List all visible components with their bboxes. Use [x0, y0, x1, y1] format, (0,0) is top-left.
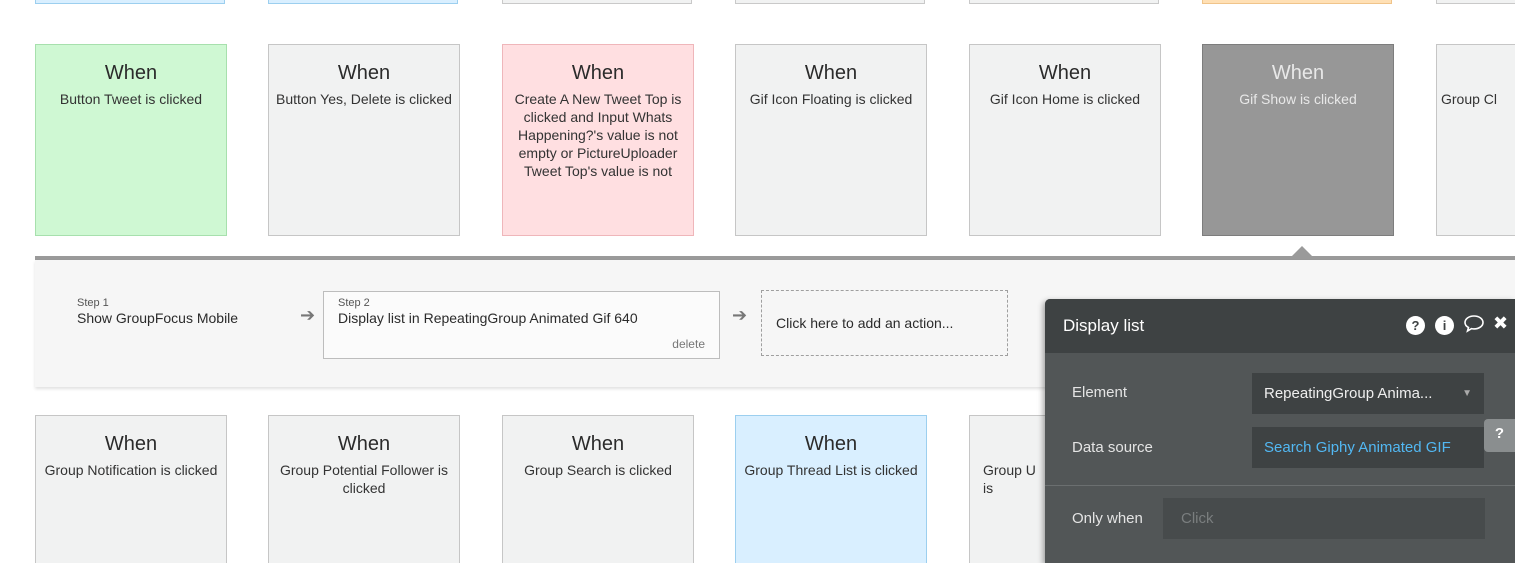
event-card-group-potential-follower[interactable]: When Group Potential Follower is clicked [268, 415, 460, 563]
card-description: Gif Icon Home is clicked [989, 91, 1141, 107]
element-dropdown-value: RepeatingGroup Anima... [1264, 385, 1433, 402]
property-editor: Display list ? i ✖ Element RepeatingGrou… [1045, 299, 1515, 563]
step-title: Display list in RepeatingGroup Animated … [338, 310, 638, 326]
step-number: Step 2 [338, 297, 370, 309]
workflow-canvas: When Button Tweet is clicked When Button… [0, 0, 1515, 563]
card-when-label: When [104, 62, 158, 84]
event-card-group-notification[interactable]: When Group Notification is clicked [35, 415, 227, 563]
workflow-step-1[interactable]: Step 1 Show GroupFocus Mobile [77, 297, 238, 327]
card-description: Gif Show is clicked [1239, 91, 1357, 107]
event-card-partial[interactable] [1202, 0, 1392, 4]
card-description: Create A New Tweet Top is clicked and In… [514, 91, 682, 179]
delete-step-link[interactable]: delete [672, 337, 705, 351]
workflow-step-2[interactable]: Step 2 Display list in RepeatingGroup An… [323, 291, 720, 359]
step-arrow-icon: ➔ [300, 305, 316, 325]
event-card-group-search[interactable]: When Group Search is clicked [502, 415, 694, 563]
only-when-input[interactable]: Click [1163, 498, 1485, 539]
chevron-down-icon: ▼ [1462, 388, 1472, 399]
card-description: Button Yes, Delete is clicked [276, 91, 452, 107]
card-when-label: When [571, 62, 625, 84]
step-number: Step 1 [77, 297, 109, 309]
card-when-label: When [1038, 62, 1092, 84]
only-when-label: Only when [1072, 510, 1143, 527]
event-card-gif-icon-floating[interactable]: When Gif Icon Floating is clicked [735, 44, 927, 236]
element-dropdown[interactable]: RepeatingGroup Anima... ▼ [1252, 373, 1484, 414]
event-card-partial[interactable] [969, 0, 1159, 4]
card-when-label: When [1271, 62, 1325, 84]
event-card-button-yes-delete[interactable]: When Button Yes, Delete is clicked [268, 44, 460, 236]
event-card-partial[interactable] [502, 0, 692, 4]
event-card-partial[interactable] [1436, 0, 1515, 4]
event-card-gif-show-selected[interactable]: When Gif Show is clicked [1202, 44, 1394, 236]
card-when-label: When [571, 433, 625, 455]
event-card-partial[interactable] [735, 0, 925, 4]
data-source-expression[interactable]: Search Giphy Animated GIF [1252, 427, 1484, 468]
question-icon[interactable]: ? [1406, 316, 1425, 335]
event-card-partial[interactable] [268, 0, 458, 4]
event-card-group-cl-partial[interactable]: W Group Cl [1436, 44, 1515, 236]
card-description: Gif Icon Floating is clicked [749, 91, 913, 107]
element-label: Element [1072, 384, 1128, 401]
card-description: Group Thread List is clicked [744, 462, 918, 478]
data-source-label: Data source [1072, 439, 1153, 456]
card-description: Group Potential Follower is clicked [279, 462, 449, 496]
step-arrow-icon: ➔ [732, 305, 748, 325]
card-description: Button Tweet is clicked [59, 91, 203, 107]
card-when-label: When [804, 62, 858, 84]
card-description: Group Search is clicked [524, 462, 672, 478]
card-description: Group Cl [1441, 91, 1498, 107]
card-when-label: When [804, 433, 858, 455]
close-icon[interactable]: ✖ [1493, 313, 1508, 334]
property-editor-header[interactable]: Display list ? i ✖ [1045, 299, 1515, 353]
step-title: Show GroupFocus Mobile [77, 310, 239, 326]
card-when-label: When [337, 433, 391, 455]
event-card-button-tweet[interactable]: When Button Tweet is clicked [35, 44, 227, 236]
comment-icon[interactable] [1463, 312, 1485, 339]
card-when-label: When [337, 62, 391, 84]
add-action-button[interactable]: Click here to add an action... [761, 290, 1008, 356]
card-description: Group U is [983, 462, 1036, 496]
card-when-label: When [104, 433, 158, 455]
comment-icon-svg [1464, 315, 1484, 333]
info-icon[interactable]: i [1435, 316, 1454, 335]
event-card-create-new-tweet[interactable]: When Create A New Tweet Top is clicked a… [502, 44, 694, 236]
editor-divider [1045, 485, 1515, 486]
card-description: Group Notification is clicked [44, 462, 218, 478]
selected-card-pointer [1291, 246, 1313, 257]
event-card-gif-icon-home[interactable]: When Gif Icon Home is clicked [969, 44, 1161, 236]
event-card-group-thread-list[interactable]: When Group Thread List is clicked [735, 415, 927, 563]
event-card-partial[interactable] [35, 0, 225, 4]
help-tab[interactable]: ? [1484, 419, 1515, 452]
property-editor-title: Display list [1063, 316, 1145, 335]
